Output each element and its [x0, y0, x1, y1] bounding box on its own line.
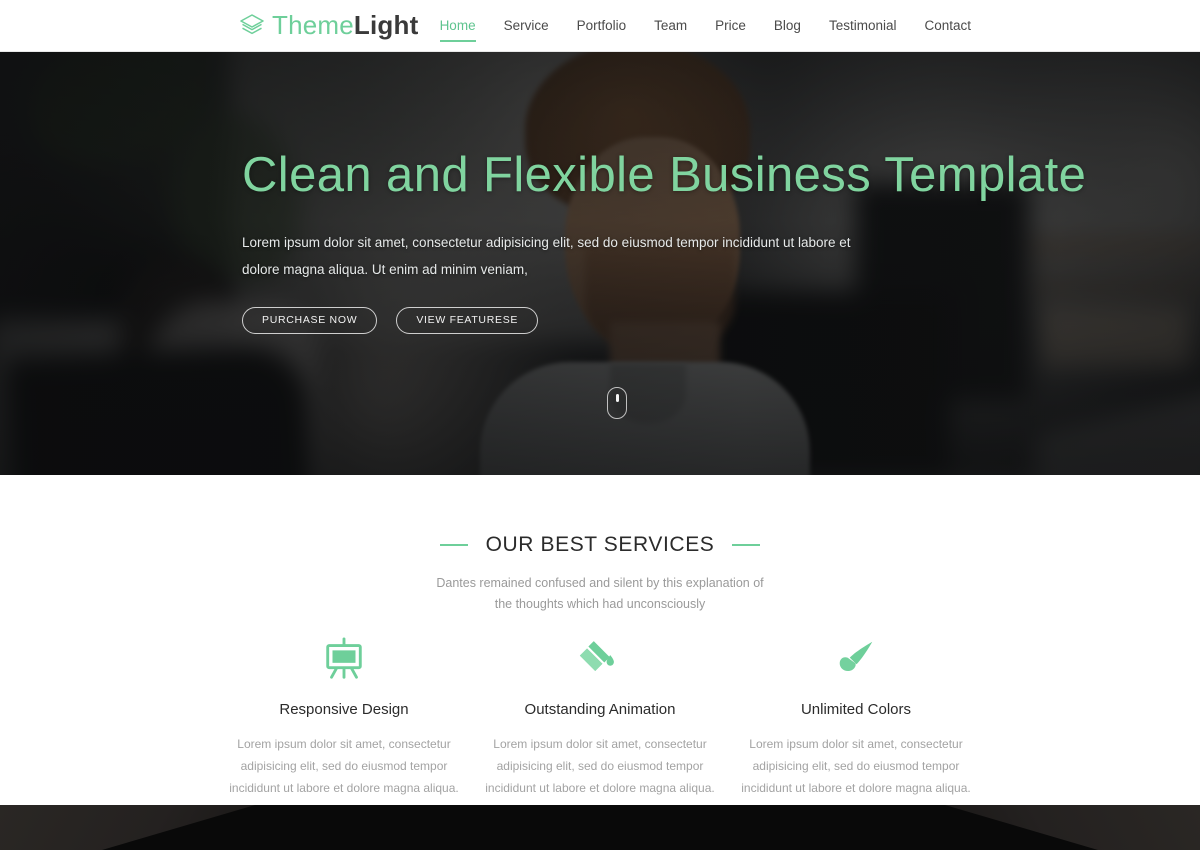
- hero-subtext: Lorem ipsum dolor sit amet, consectetur …: [242, 234, 851, 277]
- paint-bucket-icon: [472, 635, 728, 683]
- hero-headline: Clean and Flexible Business Template: [242, 148, 1087, 202]
- nav-item-price[interactable]: Price: [701, 19, 760, 33]
- scroll-mouse-icon[interactable]: [607, 387, 627, 419]
- services-section: OUR BEST SERVICES Dantes remained confus…: [0, 475, 1200, 818]
- title-dash-left-icon: [439, 544, 468, 546]
- logo-word-theme: Theme: [272, 10, 354, 40]
- services-grid: Responsive Design Lorem ipsum dolor sit …: [0, 635, 1200, 822]
- service-title: Responsive Design: [279, 701, 409, 718]
- easel-presentation-icon: [216, 635, 472, 683]
- services-title: OUR BEST SERVICES: [485, 533, 715, 556]
- nav-item-testimonial[interactable]: Testimonial: [815, 19, 911, 33]
- service-card-outstanding-animation[interactable]: Outstanding Animation Lorem ipsum dolor …: [472, 635, 728, 822]
- nav-item-home[interactable]: Home: [426, 19, 490, 41]
- purchase-now-button[interactable]: PURCHASE NOW: [242, 306, 378, 334]
- site-header: ThemeLight Home Service Portfolio Team P…: [0, 0, 1200, 52]
- logo-wordmark: ThemeLight: [272, 12, 418, 38]
- services-header: OUR BEST SERVICES Dantes remained confus…: [0, 475, 1200, 616]
- logo-word-light: Light: [353, 10, 419, 40]
- nav-item-team[interactable]: Team: [640, 19, 701, 33]
- nav-item-contact[interactable]: Contact: [910, 19, 985, 33]
- nav-item-blog[interactable]: Blog: [760, 19, 815, 33]
- paint-brush-icon: [728, 635, 984, 683]
- main-navigation: Home Service Portfolio Team Price Blog T…: [426, 0, 985, 52]
- service-title: Outstanding Animation: [524, 701, 676, 718]
- service-card-responsive-design[interactable]: Responsive Design Lorem ipsum dolor sit …: [216, 635, 472, 822]
- layers-stack-icon: [238, 11, 266, 39]
- hero-banner: Clean and Flexible Business Template Lor…: [0, 52, 1200, 475]
- service-card-unlimited-colors[interactable]: Unlimited Colors Lorem ipsum dolor sit a…: [728, 635, 984, 822]
- hero-content: Clean and Flexible Business Template Lor…: [242, 52, 1087, 334]
- site-logo[interactable]: ThemeLight: [238, 8, 418, 42]
- hero-cta-group: PURCHASE NOW VIEW FEATURESE: [242, 306, 942, 334]
- services-title-row: OUR BEST SERVICES: [0, 533, 1200, 557]
- service-title: Unlimited Colors: [800, 701, 912, 718]
- next-section-dark-strip: [0, 805, 1200, 850]
- services-subtitle: Dantes remained confused and silent by t…: [436, 576, 764, 612]
- nav-item-portfolio[interactable]: Portfolio: [563, 19, 641, 33]
- title-dash-right-icon: [732, 544, 761, 546]
- scroll-mouse-wheel: [615, 394, 619, 402]
- view-features-button[interactable]: VIEW FEATURESE: [396, 306, 539, 334]
- nav-item-service[interactable]: Service: [490, 19, 563, 33]
